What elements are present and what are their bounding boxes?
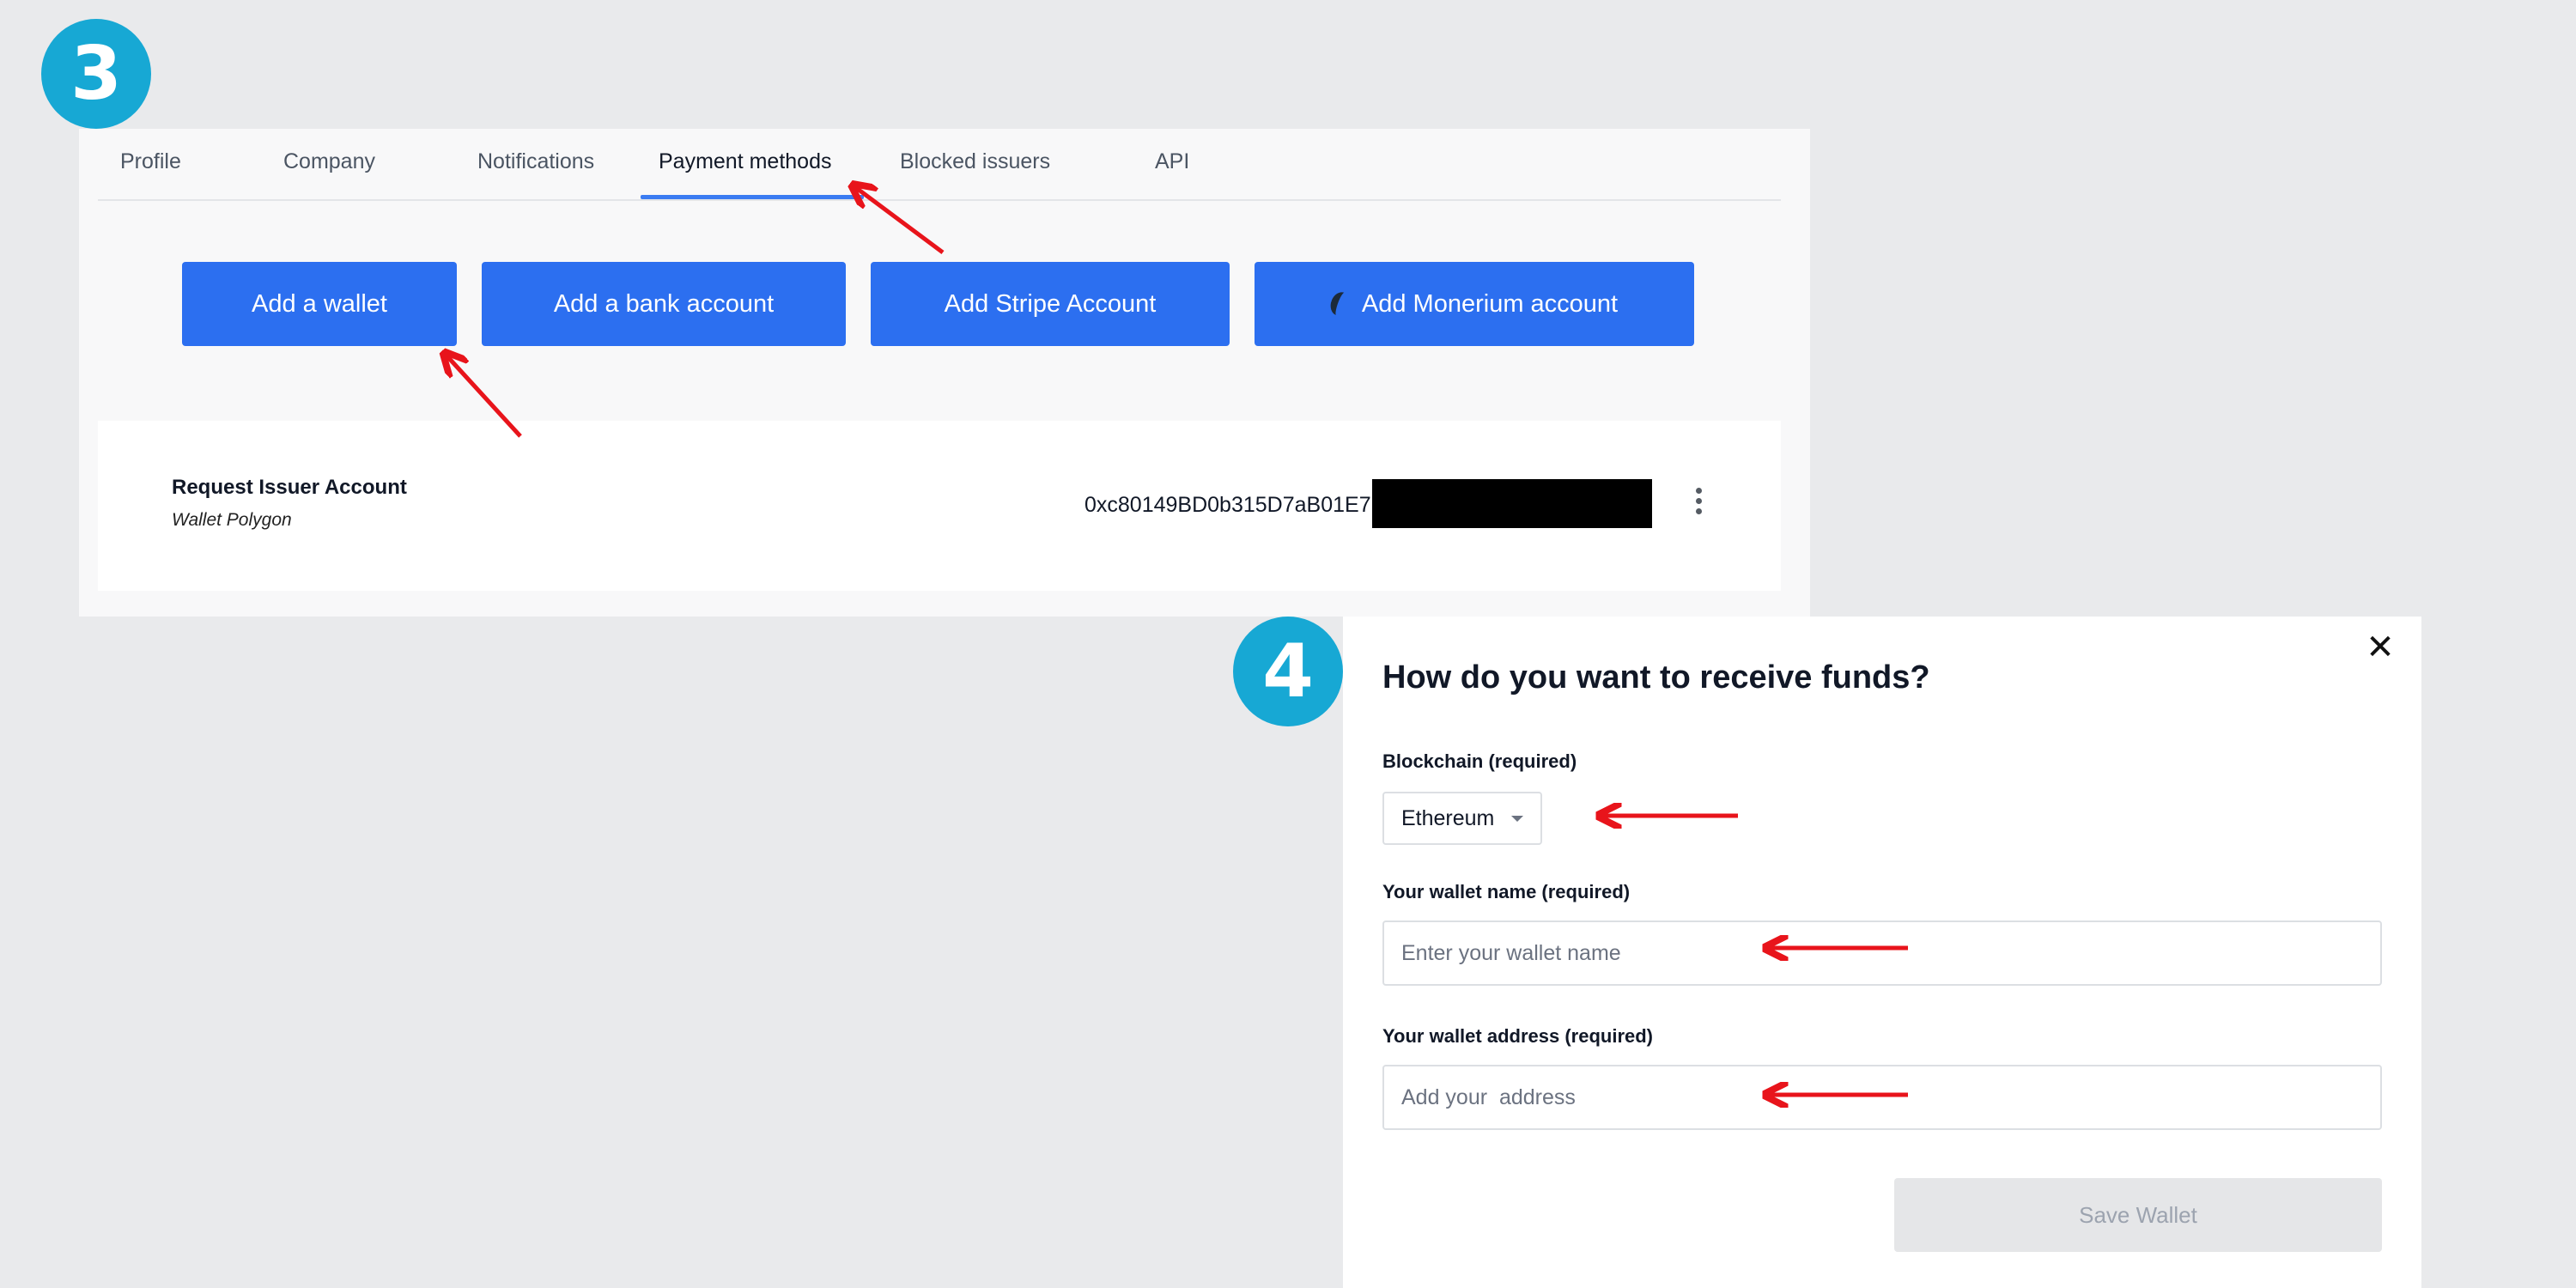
- active-tab-indicator: [641, 195, 864, 199]
- blockchain-select[interactable]: Ethereum: [1382, 792, 1542, 845]
- wallet-account-card: Request Issuer Account Wallet Polygon 0x…: [98, 421, 1781, 591]
- add-bank-account-button[interactable]: Add a bank account: [482, 262, 846, 346]
- modal-title: How do you want to receive funds?: [1382, 659, 1930, 696]
- step-4-badge: 4: [1233, 617, 1343, 726]
- wallet-name-input[interactable]: [1382, 920, 2382, 986]
- add-stripe-account-button[interactable]: Add Stripe Account: [871, 262, 1230, 346]
- chevron-down-icon: [1511, 816, 1523, 822]
- wallet-name-label: Your wallet name (required): [1382, 881, 1631, 902]
- add-wallet-button[interactable]: Add a wallet: [182, 262, 457, 346]
- tab-blocked-issuers[interactable]: Blocked issuers: [900, 146, 1050, 199]
- close-icon[interactable]: ✕: [2363, 630, 2397, 665]
- add-monerium-account-label: Add Monerium account: [1361, 289, 1619, 318]
- save-wallet-button[interactable]: Save Wallet: [1894, 1178, 2382, 1252]
- blockchain-selected-value: Ethereum: [1401, 805, 1495, 830]
- tab-api[interactable]: API: [1155, 146, 1189, 199]
- kebab-menu-icon[interactable]: [1693, 488, 1704, 519]
- tab-payment-methods[interactable]: Payment methods: [659, 146, 832, 199]
- wallet-address: 0xc80149BD0b315D7aB01E7: [1084, 493, 1371, 517]
- tab-company[interactable]: Company: [283, 146, 375, 199]
- blockchain-label: Blockchain (required): [1382, 750, 1577, 772]
- step-3-badge: 3: [41, 19, 151, 129]
- add-wallet-modal: ✕ How do you want to receive funds? Bloc…: [1343, 617, 2421, 1288]
- account-type: Wallet Polygon: [172, 510, 292, 530]
- settings-tabs: Profile Company Notifications Payment me…: [98, 129, 1781, 201]
- wallet-address-label: Your wallet address (required): [1382, 1025, 1654, 1047]
- tab-profile[interactable]: Profile: [120, 146, 181, 199]
- add-monerium-account-button[interactable]: Add Monerium account: [1255, 262, 1694, 346]
- wallet-address-input[interactable]: [1382, 1065, 2382, 1130]
- settings-panel: Profile Company Notifications Payment me…: [79, 129, 1810, 617]
- redaction-block: [1372, 479, 1652, 528]
- tab-notifications[interactable]: Notifications: [477, 146, 594, 199]
- account-name: Request Issuer Account: [172, 476, 407, 499]
- monerium-logo-icon: [1327, 289, 1354, 319]
